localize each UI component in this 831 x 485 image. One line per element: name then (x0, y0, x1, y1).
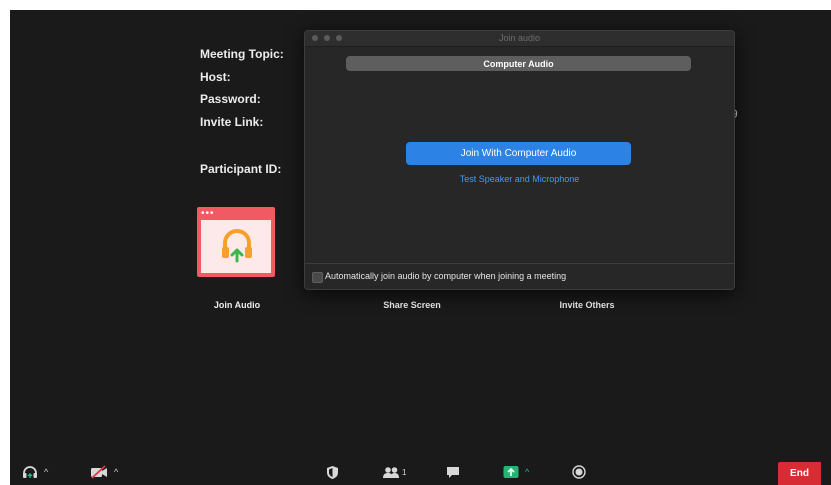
tab-computer-audio[interactable]: Computer Audio (346, 56, 691, 71)
auto-join-audio-label[interactable]: Automatically join audio by computer whe… (325, 271, 566, 281)
participant-id-label: Participant ID: (200, 162, 282, 176)
join-audio-dialog: Join audio Computer Audio Join With Comp… (304, 30, 735, 290)
invite-others-label[interactable]: Invite Others (559, 300, 614, 310)
invite-link-label: Invite Link: (200, 115, 264, 129)
headphones-icon (23, 466, 37, 478)
join-audio-label[interactable]: Join Audio (214, 300, 260, 310)
headset-join-icon (222, 229, 252, 263)
audio-control[interactable]: ^ (22, 463, 48, 481)
host-label: Host: (200, 70, 231, 84)
video-control[interactable]: ^ (90, 463, 118, 481)
record-button[interactable] (572, 463, 586, 481)
share-options-caret[interactable]: ^ (525, 467, 529, 477)
participants-button[interactable]: 1 (383, 463, 406, 481)
window-dots-icon: ••• (201, 208, 215, 219)
audio-options-caret[interactable]: ^ (44, 467, 48, 477)
join-with-computer-audio-button[interactable]: Join With Computer Audio (406, 142, 631, 165)
dialog-divider (305, 263, 734, 264)
share-screen-label[interactable]: Share Screen (383, 300, 441, 310)
dialog-titlebar[interactable]: Join audio (305, 31, 734, 47)
share-screen-button[interactable]: ^ (503, 463, 529, 481)
video-options-caret[interactable]: ^ (114, 467, 118, 477)
password-label: Password: (200, 92, 261, 106)
chat-button[interactable] (446, 463, 460, 481)
security-shield-icon (327, 465, 338, 479)
meeting-topic-label: Meeting Topic: (200, 47, 284, 61)
end-meeting-button[interactable]: End (778, 462, 821, 485)
join-audio-tile[interactable]: ••• (197, 207, 275, 277)
video-muted-icon (91, 465, 107, 479)
test-speaker-microphone-link[interactable]: Test Speaker and Microphone (460, 174, 580, 184)
participants-icon (383, 466, 399, 478)
dialog-title: Join audio (498, 33, 541, 43)
record-icon (572, 465, 586, 479)
chat-icon (447, 466, 459, 478)
participants-count: 1 (402, 467, 407, 477)
auto-join-audio-checkbox[interactable] (312, 272, 323, 283)
share-screen-icon (503, 466, 519, 478)
security-button[interactable] (326, 463, 339, 481)
